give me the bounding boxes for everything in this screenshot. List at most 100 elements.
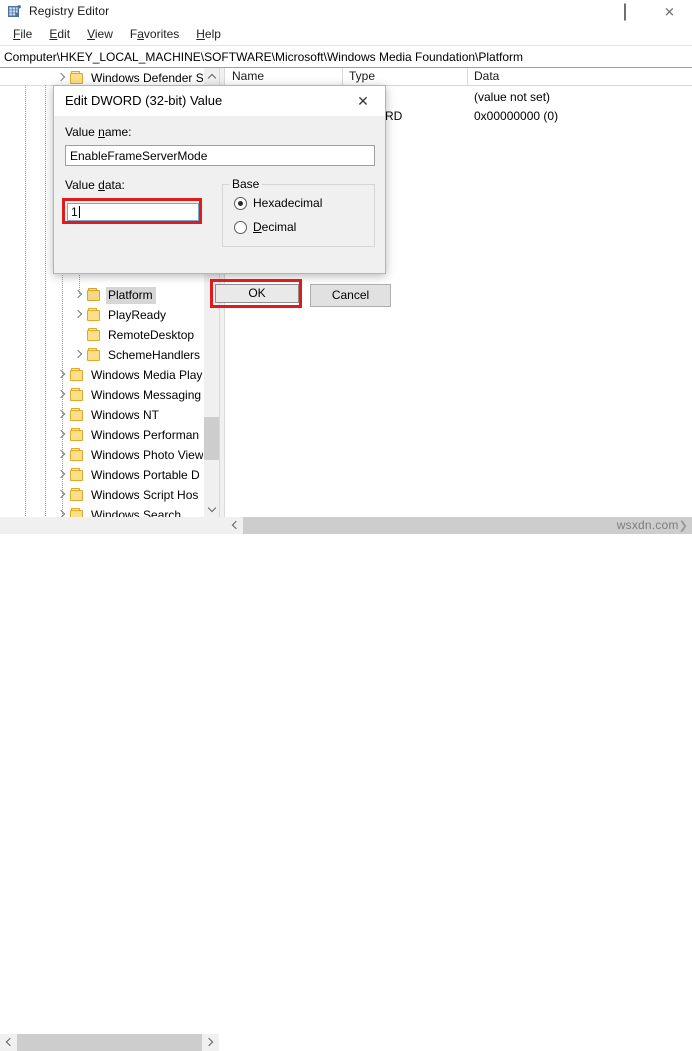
menu-edit[interactable]: Edit xyxy=(41,25,79,43)
registry-editor-window: Registry Editor ✕ File Edit View Favorit… xyxy=(0,0,692,1051)
tree-item-windows-photo-view[interactable]: Windows Photo View xyxy=(0,445,204,465)
registry-editor-icon xyxy=(8,5,22,19)
tree-item-playready[interactable]: PlayReady xyxy=(0,305,203,325)
folder-icon xyxy=(86,308,102,322)
scroll-right-button[interactable] xyxy=(202,1034,219,1051)
chevron-right-icon[interactable] xyxy=(53,70,69,86)
scrollbar-thumb[interactable] xyxy=(17,1034,202,1051)
chevron-right-icon xyxy=(204,1037,214,1047)
column-header-data[interactable]: Data xyxy=(468,68,692,86)
chevron-down-icon xyxy=(207,503,217,513)
tree-item-windows-messaging[interactable]: Windows Messaging xyxy=(0,385,203,405)
value-data-highlight: 1 xyxy=(62,198,202,224)
edit-dword-dialog: Edit DWORD (32-bit) Value ✕ Value name: … xyxy=(53,85,391,308)
dialog-body: Value name: EnableFrameServerMode Value … xyxy=(54,116,391,308)
folder-icon xyxy=(86,288,102,302)
tree-item-windows-media-play[interactable]: Windows Media Play xyxy=(0,365,203,385)
cancel-button[interactable]: Cancel xyxy=(310,284,391,307)
dialog-close-button[interactable]: ✕ xyxy=(341,86,385,116)
tree-item-label: Windows NT xyxy=(91,407,160,422)
chevron-right-icon[interactable] xyxy=(53,447,69,463)
column-header-type[interactable]: Type xyxy=(343,68,468,86)
chevron-right-icon[interactable] xyxy=(70,347,86,363)
chevron-right-icon[interactable] xyxy=(70,307,86,323)
value-data-input[interactable]: 1 xyxy=(67,203,199,221)
tree-item-label: PlayReady xyxy=(108,307,167,322)
tree-item-label: Windows Performan xyxy=(91,427,200,442)
text-caret xyxy=(78,206,80,218)
radio-icon-selected xyxy=(234,196,247,210)
close-icon: ✕ xyxy=(664,4,675,19)
dialog-title-bar: Edit DWORD (32-bit) Value ✕ xyxy=(54,86,385,116)
close-button[interactable]: ✕ xyxy=(647,0,692,23)
chevron-right-icon[interactable] xyxy=(53,487,69,503)
maximize-icon xyxy=(623,3,626,20)
radio-decimal[interactable]: Decimal xyxy=(234,220,296,234)
tree-item-windows-search[interactable]: Windows Search xyxy=(0,505,203,517)
watermark-arrow-icon: ❯ xyxy=(678,520,688,532)
radio-hexadecimal[interactable]: Hexadecimal xyxy=(234,196,322,210)
tree-item-label: Windows Photo View xyxy=(91,447,204,462)
folder-icon xyxy=(86,348,102,362)
window-title: Registry Editor xyxy=(29,4,110,18)
status-bar: wsxdn.com❯ xyxy=(0,517,692,1051)
tree-item-schemehandlers[interactable]: SchemeHandlers xyxy=(0,345,203,365)
maximize-button[interactable] xyxy=(602,0,647,23)
cell-data: (value not set) xyxy=(474,90,551,104)
watermark-text: wsxdn.com xyxy=(616,518,679,532)
scroll-up-button[interactable] xyxy=(204,68,219,85)
tree-item-remotedesktop[interactable]: RemoteDesktop xyxy=(0,325,203,345)
ok-button[interactable]: OK xyxy=(215,284,299,303)
folder-icon xyxy=(86,328,102,342)
address-bar[interactable]: Computer\HKEY_LOCAL_MACHINE\SOFTWARE\Mic… xyxy=(0,45,692,68)
tree-item-windows-performan[interactable]: Windows Performan xyxy=(0,425,203,445)
registry-path: Computer\HKEY_LOCAL_MACHINE\SOFTWARE\Mic… xyxy=(4,49,524,64)
tree-item-windows-nt[interactable]: Windows NT xyxy=(0,405,203,425)
tree-item-label: Platform xyxy=(106,286,156,304)
folder-icon xyxy=(69,71,85,85)
tree-leaf-stub xyxy=(70,327,86,343)
value-data-label: Value data: xyxy=(65,178,125,192)
tree-item-label: SchemeHandlers xyxy=(108,347,201,362)
tree-item-label: Windows Media Play xyxy=(91,367,203,382)
scroll-left-button[interactable] xyxy=(0,1034,17,1051)
tree-item-label: RemoteDesktop xyxy=(108,327,195,342)
folder-icon xyxy=(69,388,85,402)
chevron-right-icon[interactable] xyxy=(53,507,69,517)
chevron-right-icon[interactable] xyxy=(53,387,69,403)
menu-favorites[interactable]: Favorites xyxy=(122,25,188,43)
scrollbar-thumb[interactable] xyxy=(204,417,219,460)
value-data-text: 1 xyxy=(71,205,78,219)
menu-bar: File Edit View Favorites Help xyxy=(0,23,692,45)
tree-horizontal-scrollbar[interactable] xyxy=(0,1034,219,1051)
folder-icon xyxy=(69,408,85,422)
scroll-left-button[interactable] xyxy=(226,517,243,534)
tree-item-label: Windows Search xyxy=(91,507,182,518)
value-name-input[interactable]: EnableFrameServerMode xyxy=(65,145,375,166)
cell-data: 0x00000000 (0) xyxy=(474,109,559,123)
value-name-label: Value name: xyxy=(65,125,132,139)
radio-hexadecimal-label: Hexadecimal xyxy=(253,196,323,210)
tree-item-windows-script-hos[interactable]: Windows Script Hos xyxy=(0,485,203,505)
tree-item-label: Windows Messaging xyxy=(91,387,202,402)
scroll-down-button[interactable] xyxy=(204,500,219,517)
folder-icon xyxy=(69,448,85,462)
menu-help[interactable]: Help xyxy=(188,25,230,43)
column-header-name[interactable]: Name xyxy=(226,68,343,86)
tree-item-windows-portable-d[interactable]: Windows Portable D xyxy=(0,465,203,485)
chevron-right-icon[interactable] xyxy=(70,287,86,303)
radio-decimal-label: Decimal xyxy=(253,220,297,234)
tree-item-label: Windows Defender S xyxy=(91,70,204,85)
chevron-right-icon[interactable] xyxy=(53,407,69,423)
dialog-title: Edit DWORD (32-bit) Value xyxy=(65,93,223,108)
menu-file[interactable]: File xyxy=(5,25,41,43)
menu-view[interactable]: View xyxy=(79,25,122,43)
close-icon: ✕ xyxy=(357,93,369,109)
chevron-right-icon[interactable] xyxy=(53,367,69,383)
chevron-left-icon xyxy=(5,1037,15,1047)
chevron-right-icon[interactable] xyxy=(53,427,69,443)
tree-item-platform[interactable]: Platform xyxy=(0,285,203,305)
minimize-button[interactable] xyxy=(557,0,602,23)
chevron-right-icon[interactable] xyxy=(53,467,69,483)
base-group-label: Base xyxy=(229,177,263,191)
